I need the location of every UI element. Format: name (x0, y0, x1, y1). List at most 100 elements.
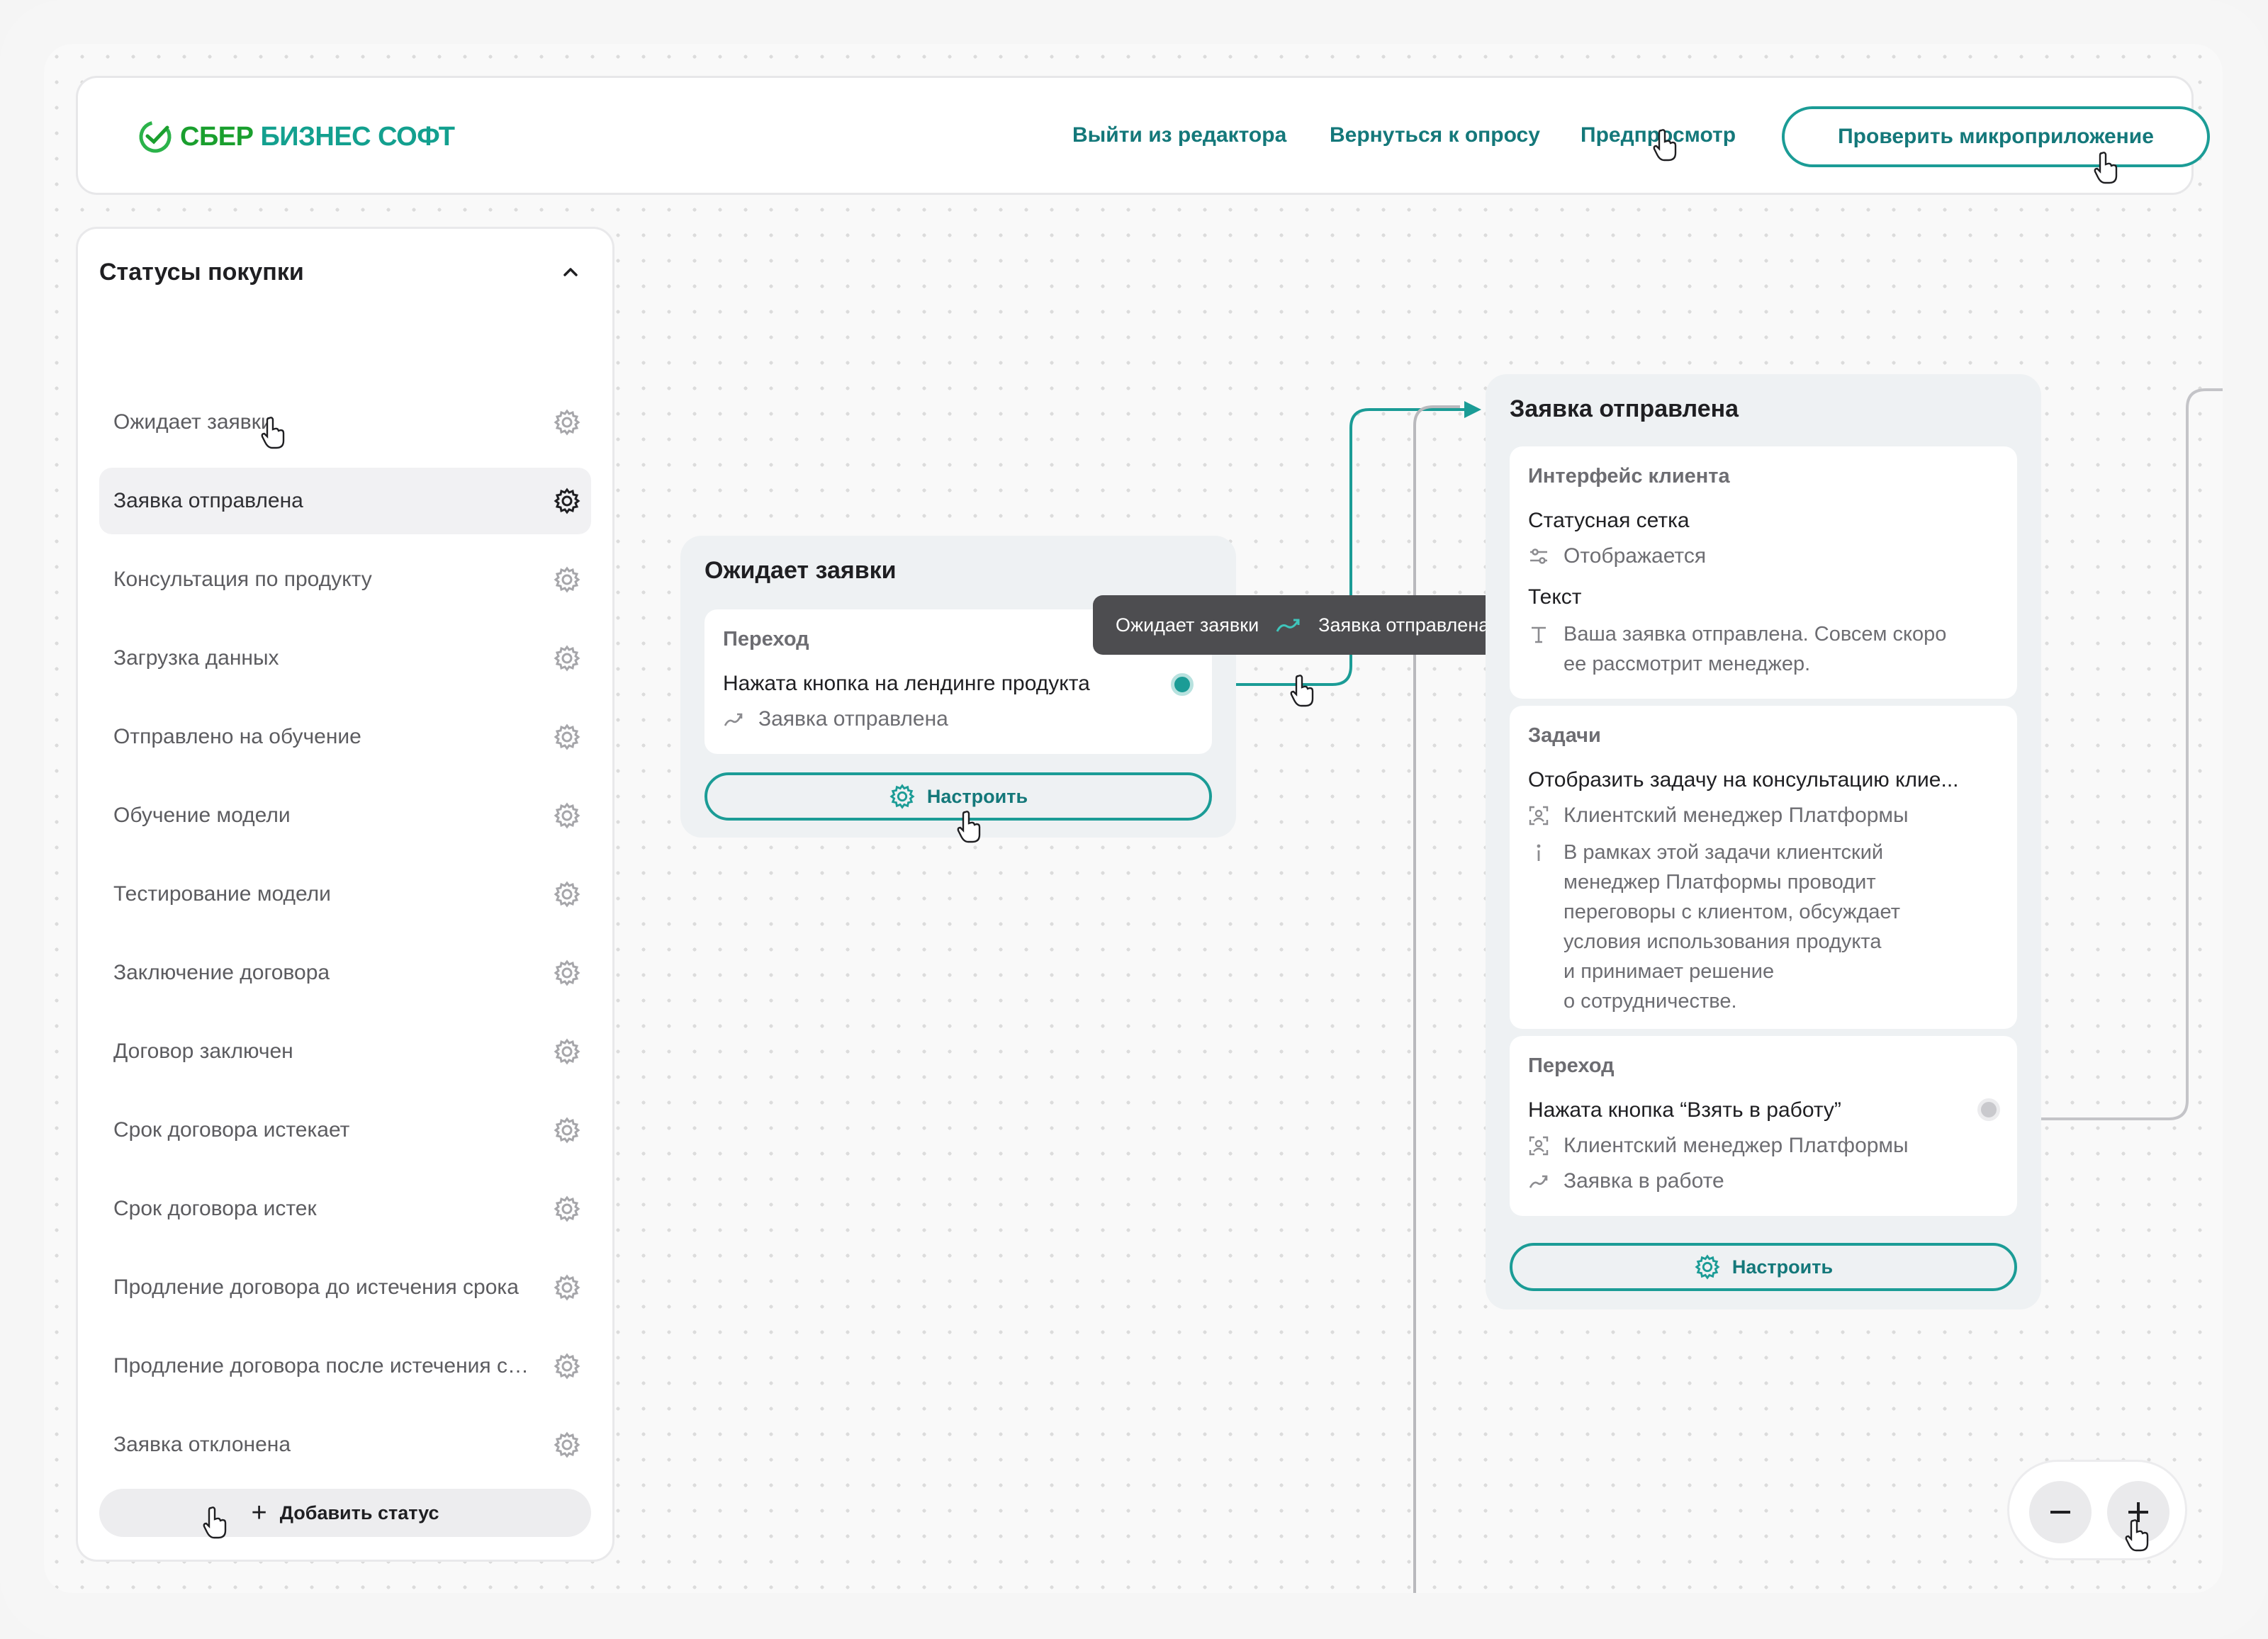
sidebar-item-status[interactable]: Договор заключен (99, 1018, 591, 1085)
chevron-up-icon[interactable] (560, 261, 581, 283)
logo[interactable]: СБЕР БИЗНЕС СОФТ (137, 119, 455, 154)
minus-icon (2050, 1511, 2070, 1514)
sidebar-item-label: Продление договора после истечения срока (113, 1354, 539, 1378)
gear-icon[interactable] (553, 408, 581, 436)
card-title: Заявка отправлена (1510, 395, 1739, 422)
gear-icon[interactable] (553, 644, 581, 672)
connection-handle[interactable] (1977, 1098, 2000, 1121)
configure-label: Настроить (1731, 1256, 1834, 1278)
sidebar-item-status[interactable]: Отправлено на обучение (99, 704, 591, 770)
sidebar-item-label: Обучение модели (113, 804, 291, 827)
sidebar-item-status[interactable]: Ожидает заявки (99, 389, 591, 456)
desc-line: о сотрудничестве. (1564, 990, 1737, 1013)
section-heading: Интерфейс клиента (1528, 465, 1730, 488)
transition-section[interactable]: Переход Нажата кнопка “Взять в работу” К… (1510, 1036, 2017, 1216)
tasks-section[interactable]: Задачи Отобразить задачу на консультацию… (1510, 706, 2017, 1029)
gear-icon[interactable] (553, 565, 581, 594)
sidebar-title: Статусы покупки (99, 259, 304, 286)
card-title: Ожидает заявки (704, 557, 897, 584)
client-interface-section[interactable]: Интерфейс клиента Статусная сетка Отобра… (1510, 446, 2017, 699)
user-scan-icon (1529, 1136, 1549, 1156)
sidebar-item-status[interactable]: Заявка отправлена (99, 468, 591, 534)
text-value: Ваша заявка отправлена. Совсем скоро ее … (1564, 619, 1946, 679)
hand-cursor-icon (2094, 152, 2118, 184)
hand-cursor-icon (1653, 129, 1677, 162)
sidebar-item-label: Ожидает заявки (113, 410, 273, 434)
connection-handle-active[interactable] (1171, 673, 1194, 696)
desc-line: менеджер Платформы проводит (1564, 871, 1876, 894)
add-status-label: Добавить статус (279, 1502, 439, 1523)
sidebar-item-status[interactable]: Тестирование модели (99, 861, 591, 928)
app-frame: СБЕР БИЗНЕС СОФТ Выйти из редактора Верн… (0, 0, 2268, 1639)
zoom-out-button[interactable] (2029, 1481, 2092, 1543)
text-line: Ваша заявка отправлена. Совсем скоро (1564, 623, 1947, 646)
gear-icon (1695, 1254, 1720, 1280)
gear-icon[interactable] (553, 1195, 581, 1223)
sidebar-item-status[interactable]: Продление договора до истечения срока (99, 1254, 591, 1321)
transition-trigger: Нажата кнопка “Взять в работу” (1528, 1098, 1841, 1122)
sidebar-item-status[interactable]: Срок договора истек (99, 1176, 591, 1242)
sidebar-item-label: Консультация по продукту (113, 568, 372, 591)
text-line: ее рассмотрит менеджер. (1564, 653, 1811, 675)
check-microapp-button[interactable]: Проверить микроприложение (1782, 106, 2210, 167)
logo-text-business-soft: БИЗНЕС СОФТ (260, 121, 455, 152)
sidebar-item-status[interactable]: Консультация по продукту (99, 546, 591, 613)
gear-icon[interactable] (553, 959, 581, 987)
task-role: Клиентский менеджер Платформы (1564, 804, 1909, 827)
exit-editor-link[interactable]: Выйти из редактора (1072, 123, 1286, 147)
transition-tooltip: Ожидает заявки Заявка отправлена (1093, 595, 1511, 655)
back-to-survey-link[interactable]: Вернуться к опросу (1330, 123, 1540, 147)
hand-cursor-icon (957, 811, 981, 843)
gear-icon[interactable] (553, 1116, 581, 1144)
zoom-controls (2007, 1460, 2187, 1560)
transition-arrow-icon (1529, 1175, 1548, 1188)
gear-icon[interactable] (553, 1431, 581, 1459)
hand-cursor-icon (261, 417, 285, 449)
configure-button[interactable]: Настроить (1510, 1243, 2017, 1291)
sidebar-item-label: Срок договора истекает (113, 1118, 350, 1142)
gear-icon[interactable] (553, 1037, 581, 1066)
tooltip-to: Заявка отправлена (1318, 614, 1490, 636)
add-status-button[interactable]: + Добавить статус (99, 1489, 591, 1537)
sliders-icon (1530, 548, 1547, 564)
text-icon (1532, 626, 1546, 643)
user-scan-icon (1529, 806, 1549, 826)
sidebar-item-label: Заявка отклонена (113, 1433, 291, 1456)
sidebar-item-label: Срок договора истек (113, 1197, 317, 1220)
gear-icon[interactable] (553, 723, 581, 751)
gear-icon[interactable] (553, 487, 581, 515)
logo-text-sber: СБЕР (180, 121, 254, 152)
desc-line: переговоры с клиентом, обсуждает (1564, 901, 1901, 923)
gear-icon[interactable] (553, 880, 581, 908)
sber-logo-icon (139, 120, 172, 153)
transition-target: Заявка в работе (1564, 1169, 1724, 1193)
sidebar-item-status[interactable]: Обучение модели (99, 782, 591, 849)
sidebar-item-status[interactable]: Срок договора истекает (99, 1097, 591, 1164)
gear-icon[interactable] (553, 1273, 581, 1302)
transition-role: Клиентский менеджер Платформы (1564, 1134, 1909, 1157)
sidebar-item-status[interactable]: Заявка отклонена (99, 1412, 591, 1478)
section-heading: Переход (723, 628, 809, 650)
status-card-sent[interactable]: Заявка отправлена Интерфейс клиента Стат… (1486, 374, 2041, 1309)
transition-arrow-icon (1276, 619, 1300, 632)
transition-target: Заявка отправлена (758, 707, 948, 731)
configure-label: Настроить (926, 785, 1028, 807)
top-bar: СБЕР БИЗНЕС СОФТ Выйти из редактора Верн… (76, 76, 2210, 195)
task-description: В рамках этой задачи клиентский менеджер… (1564, 838, 1900, 1016)
desc-line: и принимает решение (1564, 960, 1775, 983)
status-grid-label: Статусная сетка (1528, 509, 1690, 532)
sidebar-item-status[interactable]: Загрузка данных (99, 625, 591, 692)
desc-line: условия использования продукта (1564, 930, 1882, 953)
sidebar-item-label: Заявка отправлена (113, 489, 303, 512)
gear-icon (889, 784, 915, 809)
sidebar-item-label: Загрузка данных (113, 646, 279, 670)
sidebar-item-status[interactable]: Продление договора после истечения срока (99, 1333, 591, 1399)
status-card-waiting[interactable]: Ожидает заявки Переход Нажата кнопка на … (680, 536, 1236, 838)
gear-icon[interactable] (553, 801, 581, 830)
task-title: Отобразить задачу на консультацию клие..… (1528, 768, 1959, 792)
gear-icon[interactable] (553, 1352, 581, 1380)
sidebar-item-status[interactable]: Заключение договора (99, 940, 591, 1006)
status-sidebar: Статусы покупки Ожидает заявки Заявка отп… (76, 227, 614, 1562)
hand-cursor-icon (203, 1506, 227, 1539)
transition-trigger: Нажата кнопка на лендинге продукта (723, 672, 1090, 695)
